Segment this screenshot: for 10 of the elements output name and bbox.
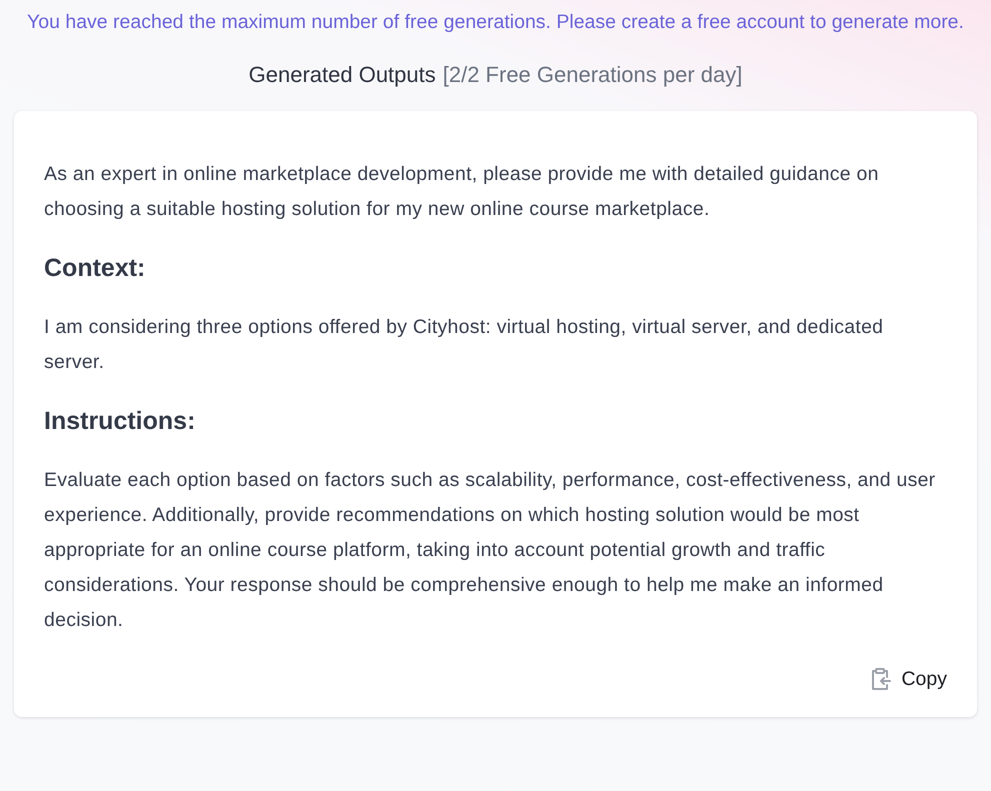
copy-button[interactable]: Copy	[869, 663, 947, 695]
clipboard-icon	[869, 667, 892, 691]
quota-label: [2/2 Free Generations per day]	[442, 62, 742, 88]
prompt-paragraph: As an expert in online marketplace development, please provide me with detailed guidance on choosing a suitable hosting solution for my new online course marketplace.	[44, 162, 880, 222]
outputs-title: Generated Outputs	[248, 62, 436, 88]
section-heading: Context:	[44, 254, 146, 283]
prompt-paragraph: I am considering three options offered by Cityhost: virtual hosting, virtual server, and dedicated server.	[44, 315, 884, 375]
section-heading: Instructions:	[44, 407, 196, 436]
prompt-paragraph: Evaluate each option based on factors such as scalability, performance, cost-effectiveness, and user experience. Additionally, provide recommendations on which hosting solution would be most appropriate for an online course platform, taking into account potential growth and traffic considerations. Your response should be comprehensive enough to help me make an informed decision.	[44, 468, 936, 633]
limit-notice: You have reached the maximum number of free generations. Please create a free account to generate more.	[26, 10, 965, 35]
